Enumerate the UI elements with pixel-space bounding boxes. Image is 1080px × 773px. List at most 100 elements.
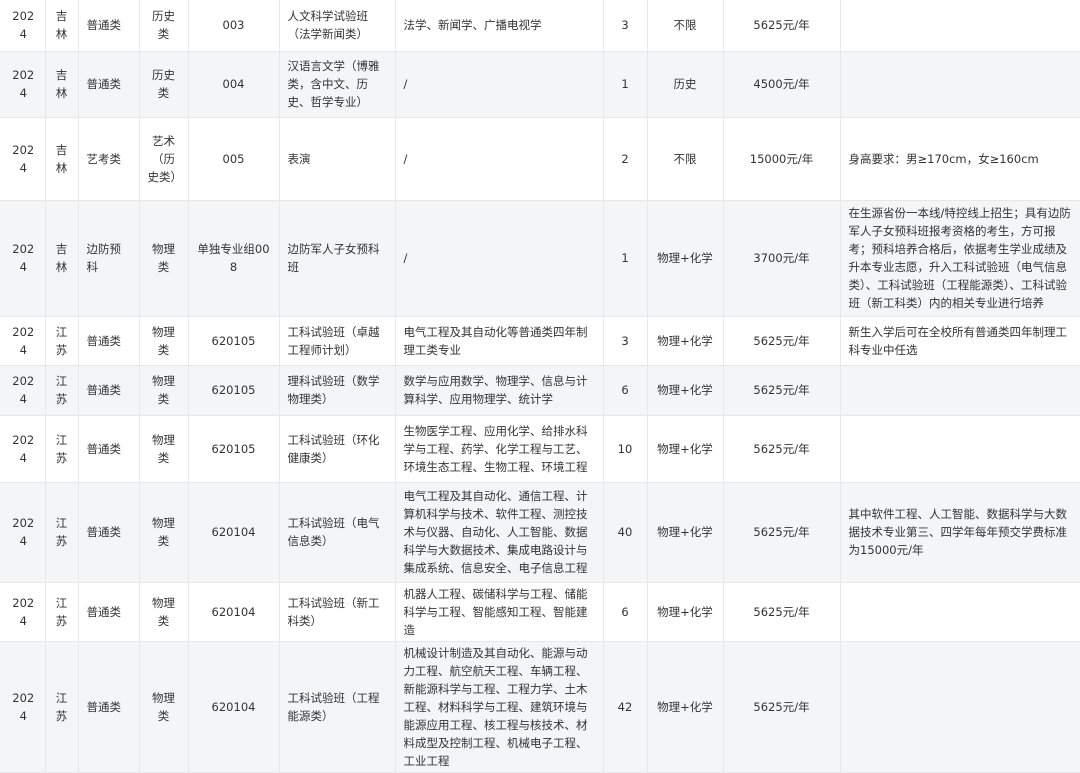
year-cell: 2024 <box>0 365 46 416</box>
program-name-cell: 工科试验班（工程能源类） <box>279 641 396 773</box>
majors-cell: 数学与应用数学、物理学、信息与计算科学、应用物理学、统计学 <box>395 365 604 416</box>
quota-cell: 6 <box>603 365 648 416</box>
subject-requirement-cell: 物理+化学 <box>647 316 724 366</box>
category-cell: 普通类 <box>78 365 140 416</box>
tuition-cell: 5625元/年 <box>723 482 841 583</box>
majors-cell: / <box>395 200 604 317</box>
province-cell: 吉林 <box>45 0 79 52</box>
notes-cell: 在生源省份一本线/特控线上招生；具有边防军人子女预科班报考资格的考生，方可报考；… <box>840 200 1080 317</box>
tuition-cell: 4500元/年 <box>723 51 841 118</box>
group-code-cell: 620104 <box>188 641 280 773</box>
category-cell: 普通类 <box>78 582 140 642</box>
notes-cell: 新生入学后可在全校所有普通类四年制理工科专业中任选 <box>840 316 1080 366</box>
tuition-cell: 5625元/年 <box>723 316 841 366</box>
category-cell: 普通类 <box>78 316 140 366</box>
year-cell: 2024 <box>0 482 46 583</box>
province-cell: 江苏 <box>45 415 79 483</box>
category-cell: 普通类 <box>78 51 140 118</box>
majors-cell: / <box>395 117 604 201</box>
majors-cell: / <box>395 51 604 118</box>
notes-cell <box>840 365 1080 416</box>
subject-requirement-cell: 物理+化学 <box>647 415 724 483</box>
program-name-cell: 理科试验班（数学物理类） <box>279 365 396 416</box>
program-name-cell: 工科试验班（新工科类） <box>279 582 396 642</box>
majors-cell: 电气工程及其自动化等普通类四年制理工类专业 <box>395 316 604 366</box>
majors-cell: 法学、新闻学、广播电视学 <box>395 0 604 52</box>
subject-type-cell: 物理类 <box>139 200 189 317</box>
subject-requirement-cell: 物理+化学 <box>647 482 724 583</box>
subject-type-cell: 物理类 <box>139 582 189 642</box>
province-cell: 吉林 <box>45 117 79 201</box>
category-cell: 普通类 <box>78 482 140 583</box>
subject-type-cell: 历史类 <box>139 51 189 118</box>
province-cell: 吉林 <box>45 200 79 317</box>
group-code-cell: 005 <box>188 117 280 201</box>
table-row: 2024 吉林 普通类 历史类 004 汉语言文学（博雅类，含中文、历史、哲学专业）/1 历… <box>0 51 1080 118</box>
subject-requirement-cell: 物理+化学 <box>647 200 724 317</box>
year-cell: 2024 <box>0 582 46 642</box>
notes-cell <box>840 51 1080 118</box>
subject-type-cell: 艺术（历史类） <box>139 117 189 201</box>
table-row: 2024 江苏 普通类 物理类 620105 理科试验班（数学物理类） 数学与应用数学、物理… <box>0 365 1080 416</box>
category-cell: 普通类 <box>78 415 140 483</box>
year-cell: 2024 <box>0 117 46 201</box>
group-code-cell: 620105 <box>188 316 280 366</box>
subject-type-cell: 物理类 <box>139 641 189 773</box>
tuition-cell: 5625元/年 <box>723 0 841 52</box>
province-cell: 江苏 <box>45 365 79 416</box>
category-cell: 艺考类 <box>78 117 140 201</box>
quota-cell: 40 <box>603 482 648 583</box>
subject-requirement-cell: 物理+化学 <box>647 582 724 642</box>
quota-cell: 3 <box>603 316 648 366</box>
subject-requirement-cell: 物理+化学 <box>647 365 724 416</box>
majors-cell: 机器人工程、碳储科学与工程、储能科学与工程、智能感知工程、智能建造 <box>395 582 604 642</box>
province-cell: 江苏 <box>45 482 79 583</box>
subject-type-cell: 物理类 <box>139 316 189 366</box>
program-name-cell: 人文科学试验班（法学新闻类） <box>279 0 396 52</box>
subject-type-cell: 物理类 <box>139 365 189 416</box>
province-cell: 江苏 <box>45 582 79 642</box>
category-cell: 普通类 <box>78 641 140 773</box>
majors-cell: 机械设计制造及其自动化、能源与动力工程、航空航天工程、车辆工程、新能源科学与工程… <box>395 641 604 773</box>
province-cell: 江苏 <box>45 316 79 366</box>
program-name-cell: 工科试验班（卓越工程师计划） <box>279 316 396 366</box>
subject-requirement-cell: 不限 <box>647 117 724 201</box>
notes-cell: 身高要求：男≥170cm，女≥160cm <box>840 117 1080 201</box>
subject-type-cell: 历史类 <box>139 0 189 52</box>
table-row: 2024 江苏 普通类 物理类 620104 工科试验班（电气信息类） 电气工程及其自动化、… <box>0 482 1080 583</box>
subject-requirement-cell: 不限 <box>647 0 724 52</box>
category-cell: 普通类 <box>78 0 140 52</box>
quota-cell: 6 <box>603 582 648 642</box>
quota-cell: 2 <box>603 117 648 201</box>
year-cell: 2024 <box>0 316 46 366</box>
subject-type-cell: 物理类 <box>139 415 189 483</box>
quota-cell: 3 <box>603 0 648 52</box>
program-name-cell: 工科试验班（电气信息类） <box>279 482 396 583</box>
table-row: 2024 吉林 艺考类 艺术（历史类） 005 表演/2 不限 15000元/年 身高要求：男≥… <box>0 117 1080 201</box>
year-cell: 2024 <box>0 200 46 317</box>
majors-cell: 生物医学工程、应用化学、给排水科学与工程、药学、化学工程与工艺、环境生态工程、生… <box>395 415 604 483</box>
notes-cell <box>840 641 1080 773</box>
table-row: 2024 江苏 普通类 物理类 620105 工科试验班（环化健康类） 生物医学工程、应用化… <box>0 415 1080 483</box>
quota-cell: 42 <box>603 641 648 773</box>
province-cell: 江苏 <box>45 641 79 773</box>
subject-requirement-cell: 历史 <box>647 51 724 118</box>
group-code-cell: 620104 <box>188 582 280 642</box>
program-name-cell: 工科试验班（环化健康类） <box>279 415 396 483</box>
quota-cell: 1 <box>603 200 648 317</box>
notes-cell: 其中软件工程、人工智能、数据科学与大数据技术专业第三、四学年每年预交学费标准为1… <box>840 482 1080 583</box>
year-cell: 2024 <box>0 0 46 52</box>
subject-type-cell: 物理类 <box>139 482 189 583</box>
table-row: 2024 江苏 普通类 物理类 620104 工科试验班（工程能源类） 机械设计制造及其自动… <box>0 641 1080 773</box>
table-row: 2024 吉林 普通类 历史类 003 人文科学试验班（法学新闻类） 法学、新闻学、广播电视… <box>0 0 1080 52</box>
notes-cell <box>840 0 1080 52</box>
program-name-cell: 表演 <box>279 117 396 201</box>
tuition-cell: 15000元/年 <box>723 117 841 201</box>
group-code-cell: 620105 <box>188 415 280 483</box>
year-cell: 2024 <box>0 641 46 773</box>
subject-requirement-cell: 物理+化学 <box>647 641 724 773</box>
group-code-cell: 单独专业组008 <box>188 200 280 317</box>
year-cell: 2024 <box>0 415 46 483</box>
table-row: 2024 江苏 普通类 物理类 620104 工科试验班（新工科类） 机器人工程、碳储科学与… <box>0 582 1080 642</box>
group-code-cell: 620104 <box>188 482 280 583</box>
